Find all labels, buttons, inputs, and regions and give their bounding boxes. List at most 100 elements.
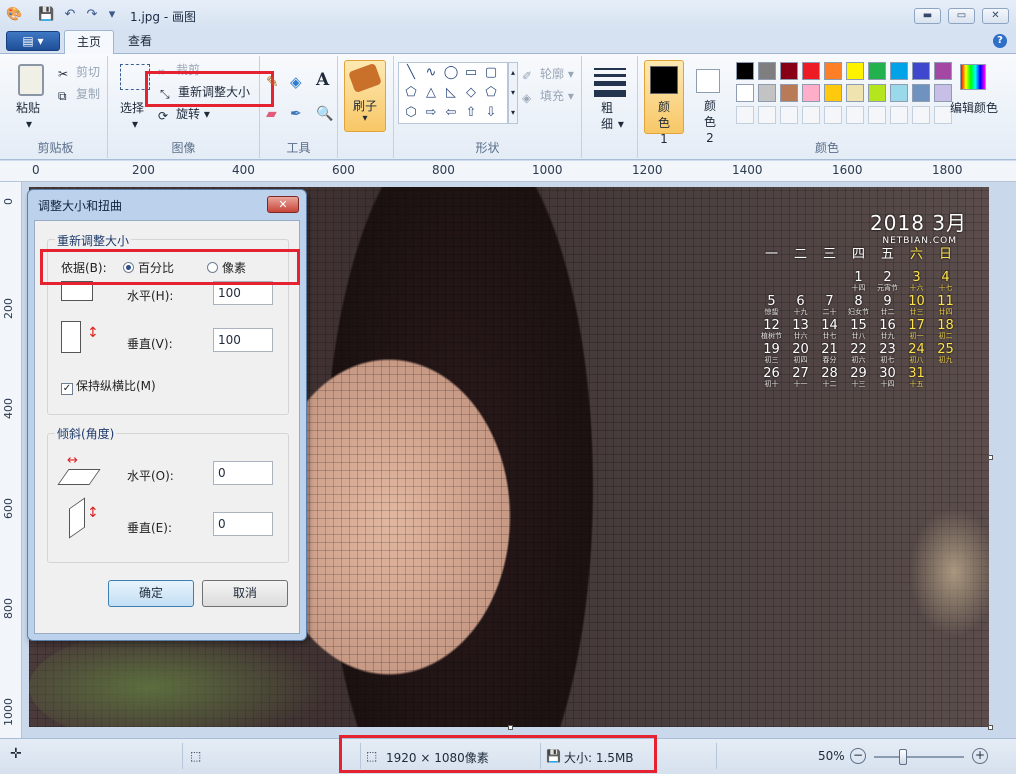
- custom-color-slot[interactable]: [890, 106, 908, 124]
- color1-swatch: [650, 66, 678, 94]
- color1-button[interactable]: 颜色 1: [644, 60, 684, 146]
- up-arrow-shape-icon[interactable]: ⇧: [461, 105, 481, 121]
- hexagon-shape-icon[interactable]: ⬡: [401, 105, 421, 121]
- keep-ratio-checkbox[interactable]: ✓ 保持纵横比(M): [61, 377, 156, 395]
- tab-view[interactable]: 查看: [116, 30, 164, 54]
- fill-button[interactable]: ◈ 填充 ▾: [522, 88, 574, 105]
- resize-handle-bottom[interactable]: [508, 725, 513, 730]
- color-swatch[interactable]: [802, 84, 820, 102]
- color-swatch[interactable]: [846, 84, 864, 102]
- custom-color-slot[interactable]: [824, 106, 842, 124]
- polygon-shape-icon[interactable]: ⬠: [401, 85, 421, 101]
- paint-app-icon[interactable]: 🎨: [6, 7, 22, 23]
- eraser-icon[interactable]: ▰: [266, 106, 277, 122]
- color-swatch[interactable]: [868, 84, 886, 102]
- color-swatch[interactable]: [890, 62, 908, 80]
- vertical-input[interactable]: 100: [213, 328, 273, 352]
- fill-bucket-icon[interactable]: ◈: [290, 74, 302, 90]
- zoom-slider-thumb[interactable]: [899, 749, 907, 765]
- curve-shape-icon[interactable]: ∿: [421, 65, 441, 81]
- redo-icon[interactable]: ↷: [84, 7, 100, 23]
- tools-group: ✎ ◈ A ▰ ✒ 🔍 工具: [260, 56, 338, 158]
- skew-horizontal-input[interactable]: 0: [213, 461, 273, 485]
- resize-handle-right[interactable]: [988, 455, 993, 460]
- paste-button[interactable]: 粘贴 ▾: [16, 100, 40, 132]
- outline-button[interactable]: ✐ 轮廓 ▾: [522, 66, 574, 83]
- zoom-in-button[interactable]: +: [972, 748, 988, 764]
- minimize-button[interactable]: ▬: [914, 8, 941, 24]
- pentagon-shape-icon[interactable]: ⬠: [481, 85, 501, 101]
- color-swatch[interactable]: [934, 62, 952, 80]
- down-arrow-shape-icon[interactable]: ⇩: [481, 105, 501, 121]
- right-triangle-shape-icon[interactable]: ◺: [441, 85, 461, 101]
- edit-colors-button[interactable]: 编辑颜色: [950, 100, 998, 116]
- line-shape-icon[interactable]: ╲: [401, 65, 421, 81]
- skew-vertical-input[interactable]: 0: [213, 512, 273, 536]
- left-arrow-shape-icon[interactable]: ⇦: [441, 105, 461, 121]
- rounded-rect-shape-icon[interactable]: ▢: [481, 65, 501, 81]
- tab-home[interactable]: 主页: [64, 30, 115, 54]
- color-swatch[interactable]: [736, 84, 754, 102]
- color-swatch[interactable]: [846, 62, 864, 80]
- ruler-tick-label: 600: [332, 163, 355, 177]
- edit-colors-icon[interactable]: [960, 64, 986, 90]
- color-swatch[interactable]: [824, 62, 842, 80]
- resize-handle-corner[interactable]: [988, 725, 993, 730]
- shapes-scroll[interactable]: ▴ ▾ ▾: [508, 62, 518, 124]
- help-icon[interactable]: ?: [993, 34, 1007, 48]
- custom-color-slot[interactable]: [758, 106, 776, 124]
- calendar-day: 27 十一: [792, 366, 809, 388]
- dialog-close-button[interactable]: ✕: [267, 196, 299, 213]
- calendar-day: 2 元宵节: [877, 270, 898, 292]
- color-swatch[interactable]: [780, 84, 798, 102]
- color-swatch[interactable]: [758, 62, 776, 80]
- copy-label: 复制: [76, 87, 101, 101]
- custom-color-slot[interactable]: [736, 106, 754, 124]
- color-swatch[interactable]: [890, 84, 908, 102]
- ok-button[interactable]: 确定: [108, 580, 194, 607]
- text-tool-icon[interactable]: A: [316, 72, 329, 89]
- color2-button[interactable]: 颜色 2: [690, 60, 730, 145]
- color2-swatch: [696, 69, 720, 93]
- select-button[interactable]: 选择 ▾: [120, 100, 144, 132]
- oval-shape-icon[interactable]: ◯: [441, 65, 461, 81]
- save-icon[interactable]: 💾: [38, 7, 54, 23]
- diamond-shape-icon[interactable]: ◇: [461, 85, 481, 101]
- size-button[interactable]: 粗细 ▾: [600, 100, 624, 132]
- pencil-icon[interactable]: ✎: [266, 74, 279, 90]
- custom-color-slot[interactable]: [780, 106, 798, 124]
- color-swatch[interactable]: [912, 62, 930, 80]
- color-swatch[interactable]: [912, 84, 930, 102]
- quick-access-dropdown-icon[interactable]: ▾: [104, 7, 120, 23]
- ruler-tick-label: 800: [432, 163, 455, 177]
- cut-button[interactable]: ✂ 剪切: [58, 64, 100, 81]
- zoom-out-button[interactable]: −: [850, 748, 866, 764]
- color-swatch[interactable]: [802, 62, 820, 80]
- rotate-icon: ⟳: [158, 109, 169, 123]
- rotate-button[interactable]: ⟳ 旋转 ▾: [158, 106, 210, 123]
- app-menu-button[interactable]: ▤ ▾: [6, 31, 60, 51]
- color-swatch[interactable]: [824, 84, 842, 102]
- close-window-button[interactable]: ✕: [982, 8, 1009, 24]
- rectangle-shape-icon[interactable]: ▭: [461, 65, 481, 81]
- color-swatch[interactable]: [868, 62, 886, 80]
- zoom-slider-track[interactable]: [874, 756, 964, 758]
- undo-icon[interactable]: ↶: [62, 7, 78, 23]
- color-swatch[interactable]: [758, 84, 776, 102]
- color-swatch[interactable]: [736, 62, 754, 80]
- maximize-button[interactable]: ▭: [948, 8, 975, 24]
- color-picker-icon[interactable]: ✒: [290, 106, 302, 122]
- selection-size-icon: ⬚: [190, 749, 202, 763]
- color-swatch[interactable]: [780, 62, 798, 80]
- magnifier-icon[interactable]: 🔍: [316, 106, 333, 122]
- triangle-shape-icon[interactable]: △: [421, 85, 441, 101]
- brushes-button[interactable]: 刷子 ▾: [344, 60, 386, 132]
- cancel-button[interactable]: 取消: [202, 580, 288, 607]
- custom-color-slot[interactable]: [802, 106, 820, 124]
- calendar-day: 11 廿四: [937, 294, 954, 316]
- copy-button[interactable]: ⧉ 复制: [58, 86, 101, 103]
- custom-color-slot[interactable]: [912, 106, 930, 124]
- custom-color-slot[interactable]: [846, 106, 864, 124]
- right-arrow-shape-icon[interactable]: ⇨: [421, 105, 441, 121]
- custom-color-slot[interactable]: [868, 106, 886, 124]
